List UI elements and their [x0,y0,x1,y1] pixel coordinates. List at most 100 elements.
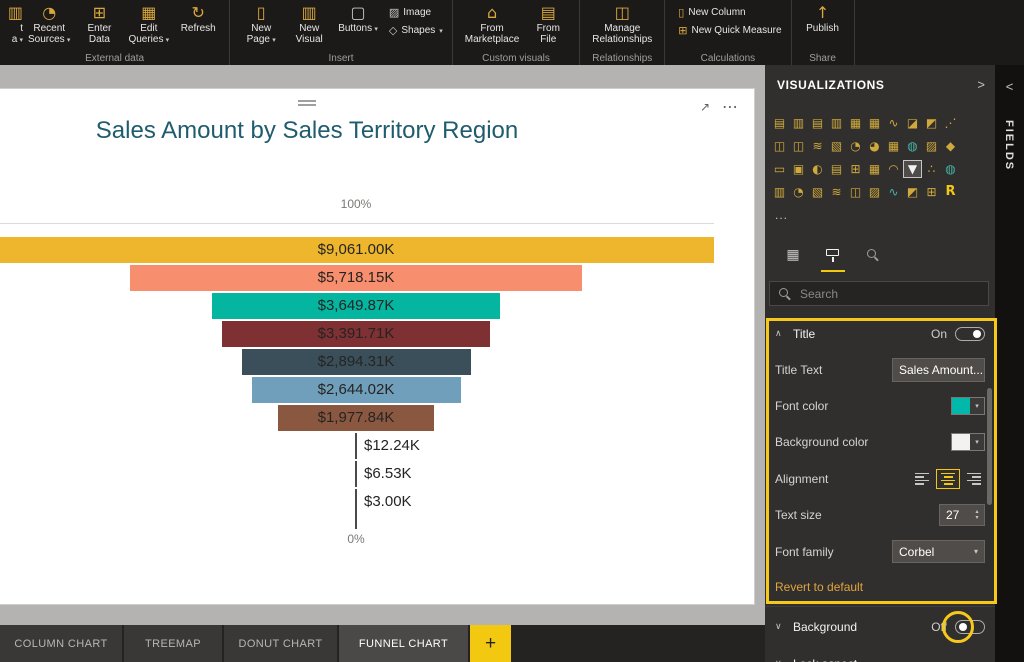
custom-visual-icon[interactable]: ◩ [904,184,921,200]
new-page-tab-button[interactable]: + [470,625,511,662]
chevron-down-icon[interactable]: ▾ [970,398,984,414]
new-column-button[interactable]: ▯New Column [678,6,781,19]
title-toggle[interactable] [955,327,985,341]
matrix-icon[interactable]: ▦ [866,161,883,177]
align-left-button[interactable] [911,469,935,489]
shapes-button[interactable]: ◇Shapes▾ [389,24,443,37]
fields-pane-tab[interactable]: ▦ [773,241,813,269]
chevron-down-icon[interactable]: ▾ [970,434,984,450]
treemap-icon[interactable]: ▦ [885,138,902,154]
pie-chart-icon[interactable]: ◔ [847,138,864,154]
background-color-picker[interactable]: ▾ [951,433,985,451]
drag-handle-icon[interactable] [298,100,316,102]
background-section-header[interactable]: ∨ Background Off [765,607,995,647]
fields-pane-collapsed[interactable]: < FIELDS [995,65,1024,662]
donut-chart-icon[interactable]: ◕ [866,138,883,154]
hundred-stacked-bar-chart-icon[interactable]: ▦ [847,115,864,131]
page-tab-funnel-chart[interactable]: FUNNEL CHART [339,625,468,662]
shape-map-icon[interactable]: ◆ [942,138,959,154]
enter-data-button[interactable]: ⊞EnterData [75,1,123,47]
stacked-area-chart-icon[interactable]: ◩ [923,115,940,131]
publish-button[interactable]: ↑Publish [799,1,847,36]
align-right-button[interactable] [961,469,985,489]
funnel-bar[interactable] [355,461,357,487]
page-tab-donut-chart[interactable]: DONUT CHART [224,625,337,662]
format-pane-tab[interactable] [813,241,853,269]
revert-to-default-link[interactable]: Revert to default [765,570,995,600]
page-tab-treemap[interactable]: TREEMAP [124,625,222,662]
funnel-bar[interactable] [355,433,357,459]
search-input[interactable] [798,286,962,302]
card-icon[interactable]: ▭ [771,161,788,177]
line-and-clustered-column-chart-icon[interactable]: ◫ [790,138,807,154]
clustered-column-chart-icon[interactable]: ▥ [828,115,845,131]
title-section-header[interactable]: ∧ Title On [765,317,995,351]
analytics-pane-tab[interactable] [853,241,893,269]
new-page-button[interactable]: ▯NewPage ▾ [237,1,285,48]
from-file-button[interactable]: ▤FromFile [524,1,572,47]
funnel-chart-visual[interactable]: ↗ ⋯ Sales Amount by Sales Territory Regi… [0,88,755,605]
refresh-button[interactable]: ↻Refresh [174,1,222,36]
new-column-icon: ▯ [678,6,684,19]
line-chart-icon[interactable]: ∿ [885,115,902,131]
custom-visual-icon[interactable]: ▥ [771,184,788,200]
font-color-picker[interactable]: ▾ [951,397,985,415]
filled-map-icon[interactable]: ▨ [923,138,940,154]
table-icon[interactable]: ⊞ [847,161,864,177]
clustered-bar-chart-icon[interactable]: ▤ [809,115,826,131]
funnel-bar[interactable] [355,489,357,515]
stacked-column-chart-icon[interactable]: ▥ [790,115,807,131]
gauge-icon[interactable]: ◠ [885,161,902,177]
manage-relationships-button[interactable]: ◫ManageRelationships [587,1,657,47]
new-visual-button[interactable]: ▥NewVisual [285,1,333,47]
stepper-arrows[interactable]: ▴▾ [970,509,984,521]
r-script-visual-icon[interactable]: R [942,184,959,200]
custom-visual-icon[interactable]: ▧ [809,184,826,200]
custom-visual-icon[interactable]: ∿ [885,184,902,200]
from-marketplace-button[interactable]: ⌂FromMarketplace [460,1,524,47]
custom-visual-icon[interactable]: ◔ [790,184,807,200]
ribbon-chart-icon[interactable]: ≋ [809,138,826,154]
scrollbar-thumb[interactable] [987,388,992,505]
custom-visual-icon[interactable]: ▨ [866,184,883,200]
edit-queries-button[interactable]: ▦EditQueries ▾ [123,1,174,48]
more-visuals-ellipsis[interactable]: ... [775,208,788,222]
custom-visual-icon[interactable]: ≋ [828,184,845,200]
text-size-stepper[interactable]: 27 ▴▾ [939,504,985,526]
stepper-down-icon[interactable]: ▾ [975,515,978,521]
title-text-input[interactable]: Sales Amount... [892,358,985,382]
page-tab-column-chart[interactable]: COLUMN CHART [0,625,122,662]
scatter-chart-icon[interactable]: ⋰ [942,115,959,131]
arcgis-map-icon[interactable]: ◍ [942,161,959,177]
funnel-chart-icon[interactable]: ▼ [904,161,921,177]
multi-row-card-icon[interactable]: ▣ [790,161,807,177]
expand-fields-icon[interactable]: < [995,79,1024,94]
lock-aspect-section-header[interactable]: ∨ Lock aspect [765,647,995,662]
area-chart-icon[interactable]: ◪ [904,115,921,131]
stacked-bar-chart-icon[interactable]: ▤ [771,115,788,131]
image-button[interactable]: ▨Image [389,6,443,19]
align-center-button[interactable] [936,469,960,489]
focus-mode-icon[interactable]: ↗ [700,100,710,114]
waterfall-chart-icon[interactable]: ▧ [828,138,845,154]
recent-sources-button[interactable]: ◔RecentSources ▾ [23,1,75,48]
more-options-icon[interactable]: ⋯ [722,97,738,116]
collapse-pane-icon[interactable]: > [977,77,985,92]
dot-plot-icon[interactable]: ∴ [923,161,940,177]
slicer-icon[interactable]: ▤ [828,161,845,177]
kpi-icon[interactable]: ◐ [809,161,826,177]
line-and-stacked-column-chart-icon[interactable]: ◫ [771,138,788,154]
hundred-stacked-column-chart-icon[interactable]: ▦ [866,115,883,131]
new-quick-measure-button[interactable]: ⊞New Quick Measure [678,24,781,37]
font-family-dropdown[interactable]: Corbel ▾ [892,540,985,563]
buttons-button[interactable]: ▢Buttons ▾ [333,1,383,37]
format-search-box[interactable] [769,281,989,306]
map-icon[interactable]: ◍ [904,138,921,154]
text-size-label: Text size [775,508,822,522]
get-data-button[interactable]: ▥ta ▾ [7,1,23,48]
report-canvas[interactable]: ↗ ⋯ Sales Amount by Sales Territory Regi… [0,65,765,625]
custom-visual-icon[interactable]: ⊞ [923,184,940,200]
custom-visual-icon[interactable]: ◫ [847,184,864,200]
background-toggle[interactable] [955,620,985,634]
funnel-bar-label: $5,718.15K [130,265,582,291]
